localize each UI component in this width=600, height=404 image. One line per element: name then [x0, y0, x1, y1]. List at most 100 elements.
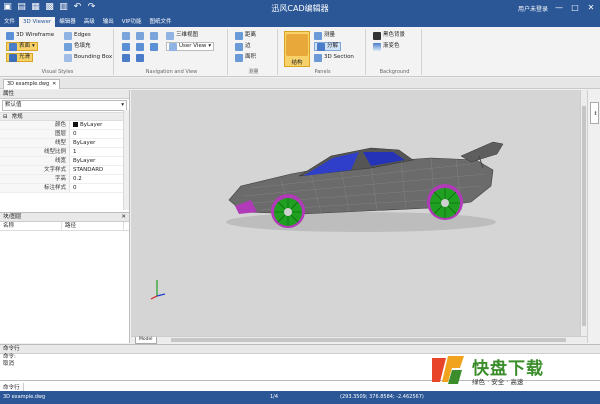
group-panels: 结构 测量 分解 3D Section Panels: [280, 29, 366, 75]
measure-panel-icon: [314, 31, 322, 40]
properties-combo-value: 默认值: [5, 102, 22, 108]
zoom-out-button[interactable]: [150, 42, 158, 51]
three-d-view-button[interactable]: 三维视图: [166, 31, 198, 40]
properties-scrollbar[interactable]: [123, 110, 129, 210]
area-button[interactable]: 面积: [235, 53, 256, 62]
close-icon[interactable]: ✕: [584, 2, 598, 14]
zoom-icon: [136, 31, 144, 40]
property-value[interactable]: 0: [70, 130, 129, 138]
column-header-name[interactable]: 名称: [0, 222, 62, 230]
car-rear-wing: [460, 141, 504, 163]
bounding-box-button[interactable]: Bounding Box: [64, 53, 112, 62]
ribbon-tabs: 文件 3D Viewer 编辑器 高级 输出 VIP功能 图纸文件: [0, 17, 600, 27]
horizontal-scrollbar-thumb[interactable]: [171, 338, 566, 342]
property-row[interactable]: 字高 0.2: [0, 175, 129, 184]
side-panel-tab[interactable]: ⇔: [590, 102, 599, 124]
close-icon[interactable]: ✕: [52, 81, 56, 87]
gradient-button[interactable]: 渐变色: [373, 42, 400, 51]
layers-panel-title: 块/图层: [3, 214, 22, 220]
edge-button[interactable]: 边: [235, 42, 251, 51]
group-measure: 距离 边 面积 测量: [230, 29, 278, 75]
model-tab[interactable]: Model: [135, 337, 157, 344]
tab-file[interactable]: 文件: [0, 17, 19, 27]
color-swatch: [73, 122, 78, 127]
property-value[interactable]: STANDARD: [70, 166, 129, 174]
login-status[interactable]: 用户未登录: [518, 4, 548, 13]
properties-object-select[interactable]: 默认值 ▾: [2, 100, 127, 111]
user-view-select[interactable]: User View ▾: [166, 42, 215, 51]
three-d-view-label: 三维视图: [176, 32, 199, 38]
property-value-text: STANDARD: [73, 167, 104, 173]
property-row[interactable]: 线型比例 1: [0, 148, 129, 157]
surface-icon: [9, 42, 17, 51]
walk-icon: [136, 53, 144, 62]
smooth-label: 光滑: [19, 54, 31, 60]
maximize-icon[interactable]: □: [568, 2, 582, 14]
minimize-icon[interactable]: —: [552, 2, 566, 14]
walk-button[interactable]: [136, 53, 144, 62]
gradient-icon: [373, 42, 381, 51]
tab-drawing-files[interactable]: 图纸文件: [145, 17, 175, 27]
smooth-button[interactable]: 光滑: [6, 53, 34, 62]
edges-button[interactable]: Edges: [64, 31, 91, 40]
tab-advanced[interactable]: 高级: [80, 17, 99, 27]
distance-button[interactable]: 距离: [235, 31, 256, 40]
column-header-path[interactable]: 路径: [62, 222, 124, 230]
section-button[interactable]: 3D Section: [314, 53, 354, 62]
ribbon: 3D Wireframe Edges 表面 ▾ 色填充 光滑 Bounding B…: [0, 27, 600, 77]
tab-vip[interactable]: VIP功能: [118, 17, 146, 27]
explode-button[interactable]: 分解: [314, 42, 342, 51]
zoom-button[interactable]: [136, 31, 144, 40]
window-title: 迅风CAD编辑器: [271, 4, 329, 13]
property-row[interactable]: 线宽 ByLayer: [0, 157, 129, 166]
color-fill-label: 色填充: [74, 43, 91, 49]
viewport-vertical-scrollbar[interactable]: [580, 90, 587, 336]
property-value-text: ByLayer: [73, 140, 96, 146]
view-icon: [169, 42, 177, 51]
property-value[interactable]: 0.2: [70, 175, 129, 183]
status-page-indicator: 1/4: [270, 394, 279, 400]
wireframe-label: 3D Wireframe: [16, 32, 55, 38]
property-row[interactable]: 图层 0: [0, 130, 129, 139]
property-name: 字高: [0, 175, 70, 183]
zoom-in-button[interactable]: [136, 42, 144, 51]
property-value[interactable]: 0: [70, 184, 129, 192]
group-navigation: 三维视图 User View ▾ Navigation and View: [116, 29, 228, 75]
collapse-icon[interactable]: ⊟: [3, 113, 8, 120]
close-icon[interactable]: ✕: [121, 213, 126, 222]
chevron-down-icon: ▾: [208, 43, 212, 49]
structure-button[interactable]: 结构: [284, 31, 310, 67]
tab-3d-viewer[interactable]: 3D Viewer: [19, 17, 56, 27]
3d-viewport[interactable]: [131, 90, 580, 336]
color-fill-button[interactable]: 色填充: [64, 42, 91, 51]
black-background-button[interactable]: 黑色背景: [373, 31, 405, 40]
tab-output[interactable]: 输出: [99, 17, 118, 27]
wireframe-button[interactable]: 3D Wireframe: [6, 31, 54, 40]
black-background-icon: [373, 31, 381, 40]
property-row[interactable]: 标注样式 0: [0, 184, 129, 193]
group-title-panels: Panels: [314, 69, 331, 75]
property-row[interactable]: 颜色 ByLayer: [0, 121, 129, 130]
pan-button[interactable]: [122, 31, 130, 40]
smooth-icon: [9, 53, 17, 62]
property-row[interactable]: 文字样式 STANDARD: [0, 166, 129, 175]
property-value[interactable]: ByLayer: [70, 121, 129, 129]
orbit-button[interactable]: [122, 53, 130, 62]
rotate-button[interactable]: [150, 31, 158, 40]
scrollbar-thumb[interactable]: [582, 106, 586, 326]
properties-panel-title: 属性: [0, 90, 129, 99]
property-value[interactable]: ByLayer: [70, 157, 129, 165]
property-value[interactable]: ByLayer: [70, 139, 129, 147]
property-value-text: ByLayer: [73, 158, 96, 164]
measure-panel-button[interactable]: 测量: [314, 31, 335, 40]
property-row[interactable]: 线型 ByLayer: [0, 139, 129, 148]
surface-button[interactable]: 表面 ▾: [6, 42, 38, 51]
property-name: 图层: [0, 130, 70, 138]
document-tab[interactable]: 3D example.dwg ✕: [3, 79, 61, 89]
zoom-fit-button[interactable]: [122, 42, 130, 51]
property-value[interactable]: 1: [70, 148, 129, 156]
edge-icon: [235, 42, 243, 51]
properties-section-general[interactable]: ⊟ 常规: [0, 112, 129, 121]
tab-editor[interactable]: 编辑器: [55, 17, 80, 27]
area-label: 面积: [245, 54, 257, 60]
